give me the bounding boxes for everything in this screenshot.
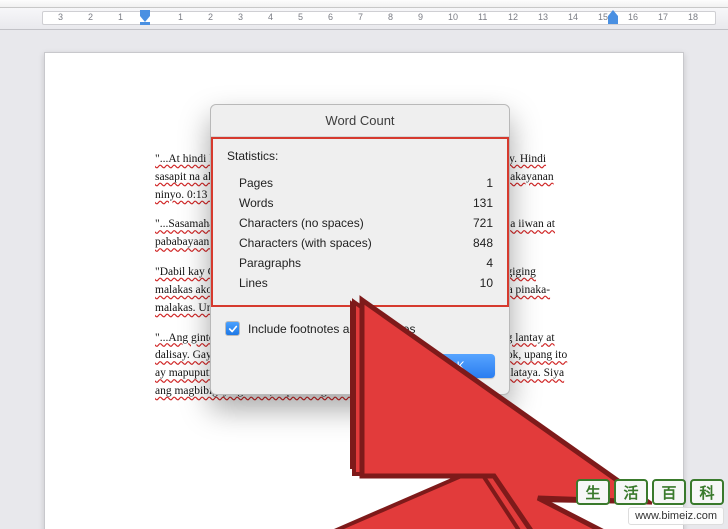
- ruler-tick: 15: [598, 12, 608, 22]
- ok-button[interactable]: OK: [417, 354, 495, 378]
- ruler-tick: 2: [208, 12, 213, 22]
- check-icon: [228, 324, 238, 334]
- formatting-toolbar: Normal No Spacing Heading 1 Heading 2: [0, 0, 728, 8]
- stat-label: Paragraphs: [239, 256, 301, 270]
- stat-value: 721: [473, 216, 493, 230]
- stat-row-lines: Lines 10: [227, 273, 493, 293]
- stat-row-words: Words 131: [227, 193, 493, 213]
- ruler-tick: 5: [298, 12, 303, 22]
- indent-marker-left[interactable]: [140, 10, 150, 26]
- ruler-tick: 3: [238, 12, 243, 22]
- stat-value: 848: [473, 236, 493, 250]
- stat-row-paragraphs: Paragraphs 4: [227, 253, 493, 273]
- stat-value: 4: [486, 256, 493, 270]
- watermark-char: 活: [614, 479, 648, 505]
- watermark-char: 生: [576, 479, 610, 505]
- watermark-char: 百: [652, 479, 686, 505]
- ruler-tick: 1: [178, 12, 183, 22]
- stat-label: Lines: [239, 276, 268, 290]
- ruler-tick: 3: [58, 12, 63, 22]
- ruler-tick: 8: [388, 12, 393, 22]
- dialog-title: Word Count: [211, 105, 509, 137]
- ruler-tick: 18: [688, 12, 698, 22]
- stat-value: 10: [480, 276, 493, 290]
- ruler-tick: 14: [568, 12, 578, 22]
- word-count-dialog: Word Count Statistics: Pages 1 Words 131…: [210, 104, 510, 395]
- watermark-url: www.bimeiz.com: [628, 507, 724, 525]
- stat-label: Characters (no spaces): [239, 216, 364, 230]
- stat-row-chars-spaces: Characters (with spaces) 848: [227, 233, 493, 253]
- statistics-box: Statistics: Pages 1 Words 131 Characters…: [211, 137, 509, 307]
- stat-value: 1: [486, 176, 493, 190]
- stat-row-chars-nospaces: Characters (no spaces) 721: [227, 213, 493, 233]
- statistics-heading: Statistics:: [227, 149, 493, 163]
- ruler-tick: 10: [448, 12, 458, 22]
- ruler-tick: 16: [628, 12, 638, 22]
- ruler-tick: 17: [658, 12, 668, 22]
- stat-label: Pages: [239, 176, 273, 190]
- ruler-tick: 4: [268, 12, 273, 22]
- watermark-badges: 生 活 百 科: [576, 479, 724, 505]
- stat-value: 131: [473, 196, 493, 210]
- horizontal-ruler[interactable]: 3 2 1 1 2 3 4 5 6 7 8 9 10 11 12 13 14 1…: [0, 8, 728, 30]
- ruler-tick: 7: [358, 12, 363, 22]
- ruler-tick: 1: [118, 12, 123, 22]
- ruler-tick: 11: [478, 12, 487, 22]
- stat-label: Words: [239, 196, 273, 210]
- include-footnotes-row[interactable]: Include footnotes and endnotes: [211, 307, 509, 340]
- include-footnotes-label: Include footnotes and endnotes: [248, 322, 415, 336]
- ruler-tick: 9: [418, 12, 423, 22]
- watermark: 生 活 百 科 www.bimeiz.com: [576, 479, 724, 525]
- include-footnotes-checkbox[interactable]: [225, 321, 240, 336]
- statistics-table: Pages 1 Words 131 Characters (no spaces)…: [227, 173, 493, 293]
- indent-marker-right[interactable]: [608, 10, 618, 26]
- stat-label: Characters (with spaces): [239, 236, 372, 250]
- ruler-tick: 13: [538, 12, 548, 22]
- stat-row-pages: Pages 1: [227, 173, 493, 193]
- ruler-tick: 12: [508, 12, 518, 22]
- ruler-tick: 2: [88, 12, 93, 22]
- watermark-char: 科: [690, 479, 724, 505]
- ruler-tick: 6: [328, 12, 333, 22]
